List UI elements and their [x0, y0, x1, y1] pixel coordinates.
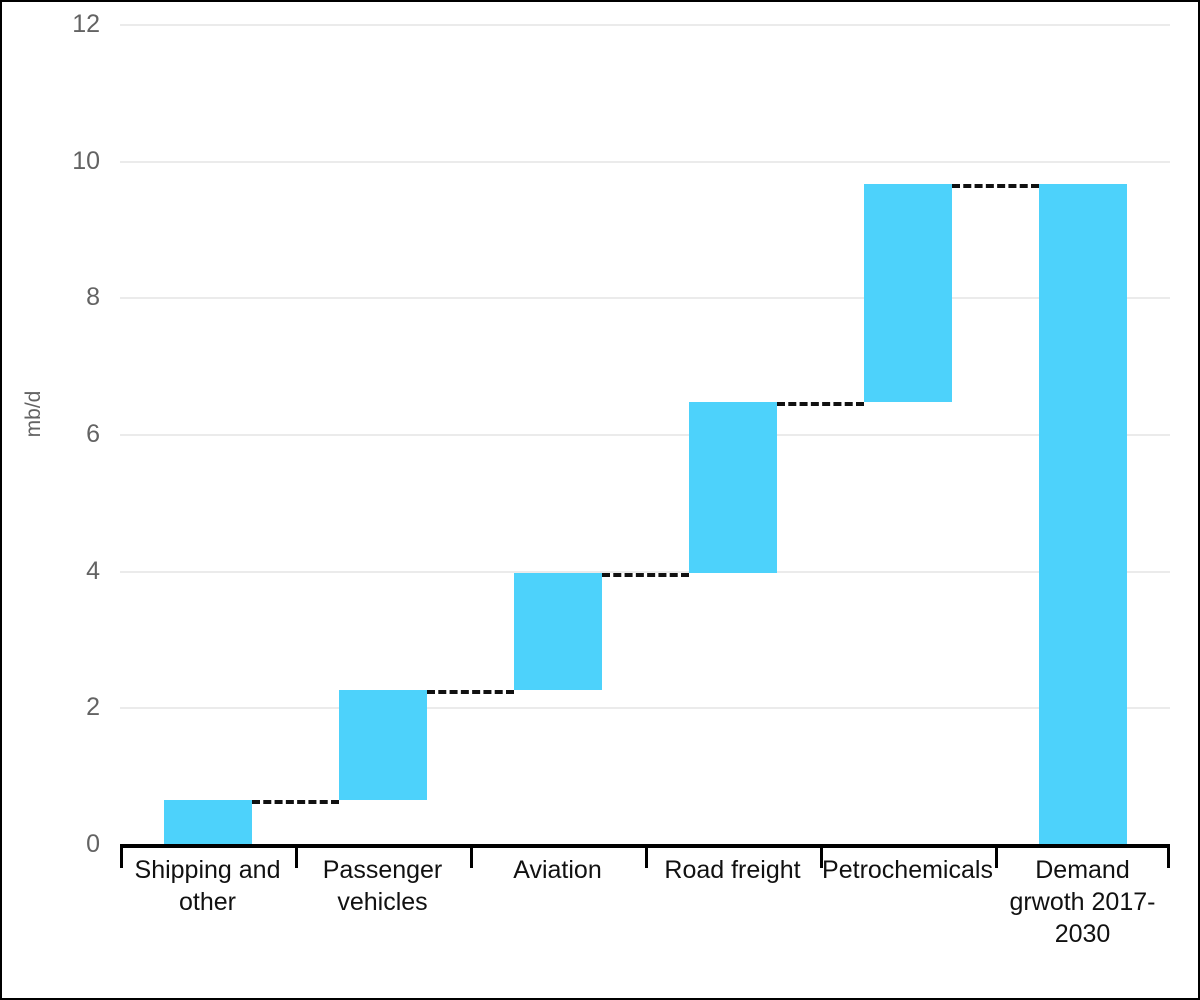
y-axis-title: mb/d	[22, 390, 45, 438]
y-tick-12: 12	[72, 10, 100, 38]
chart-canvas: 12 10 8 6 4 2 0 mb/d Shipping and other …	[0, 0, 1200, 1000]
plot-area	[120, 24, 1170, 844]
x-axis-line	[120, 844, 1170, 868]
y-tick-2: 2	[86, 693, 100, 722]
bar-shipping-and-other[interactable]	[164, 799, 252, 844]
y-tick-8: 8	[86, 283, 100, 312]
x-label-petrochemicals: Petrochemicals	[822, 856, 993, 884]
x-label-demand-growth: Demand grwoth 2017-2030	[1009, 856, 1156, 948]
x-label-aviation: Aviation	[513, 856, 602, 884]
y-axis-tick-labels: 12 10 8 6 4 2 0 mb/d	[2, 2, 112, 998]
bar-road-freight[interactable]	[689, 401, 777, 574]
bar-demand-growth-total[interactable]	[1039, 183, 1127, 844]
x-label-passenger-vehicles: Passenger vehicles	[322, 856, 443, 916]
gridline-6	[120, 434, 1170, 436]
x-label-shipping-and-other: Shipping and other	[134, 856, 281, 916]
gridline-12	[120, 24, 1170, 26]
gridline-2	[120, 707, 1170, 710]
gridline-10	[120, 160, 1170, 163]
connector-aviation-to-road-freight	[602, 573, 689, 578]
bar-passenger-vehicles[interactable]	[339, 690, 427, 800]
connector-passenger-to-aviation	[427, 690, 514, 695]
x-axis-category-labels: Shipping and other Passenger vehicles Av…	[120, 854, 1170, 984]
bar-aviation[interactable]	[514, 573, 602, 691]
bar-petrochemicals[interactable]	[864, 183, 952, 402]
x-label-road-freight: Road freight	[664, 856, 801, 884]
y-tick-6: 6	[86, 420, 100, 448]
connector-road-freight-to-petchem	[777, 401, 864, 406]
gridline-8	[120, 297, 1170, 300]
y-tick-10: 10	[72, 146, 100, 175]
connector-shipping-to-passenger	[252, 799, 339, 804]
gridline-4	[120, 570, 1170, 573]
y-tick-4: 4	[86, 556, 100, 585]
y-tick-0: 0	[86, 830, 100, 858]
connector-petchem-to-total	[952, 183, 1039, 188]
